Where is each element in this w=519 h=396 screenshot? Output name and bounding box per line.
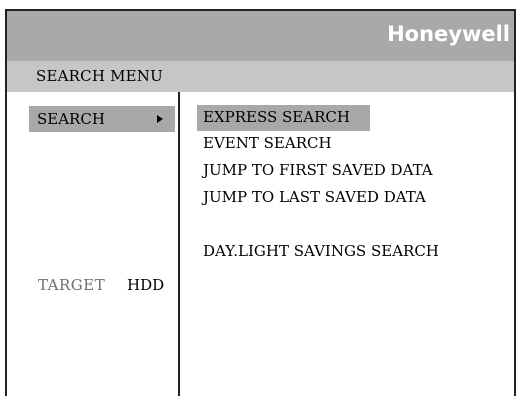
left-menu-item-search[interactable]: SEARCH <box>29 106 175 132</box>
title-bar: SEARCH MENU <box>7 61 514 92</box>
menu-item-daylight-savings[interactable]: DAY.LIGHT SAVINGS SEARCH <box>197 239 445 265</box>
menu-item-event-search[interactable]: EVENT SEARCH <box>197 131 338 157</box>
brand-logo: Honeywell <box>387 22 510 46</box>
panel-divider <box>178 92 180 396</box>
menu-title: SEARCH MENU <box>36 67 163 85</box>
dvr-screen: Honeywell SEARCH MENU SEARCH TARGET HDD … <box>5 9 516 396</box>
target-value[interactable]: HDD <box>127 276 164 294</box>
header-bar: Honeywell <box>7 11 514 61</box>
menu-item-express-search[interactable]: EXPRESS SEARCH <box>197 105 370 131</box>
left-menu-item-label: SEARCH <box>37 110 105 128</box>
menu-item-jump-first[interactable]: JUMP TO FIRST SAVED DATA <box>197 158 439 184</box>
target-label: TARGET <box>38 276 106 294</box>
right-arrow-icon <box>157 115 163 123</box>
menu-item-jump-last[interactable]: JUMP TO LAST SAVED DATA <box>197 185 432 211</box>
